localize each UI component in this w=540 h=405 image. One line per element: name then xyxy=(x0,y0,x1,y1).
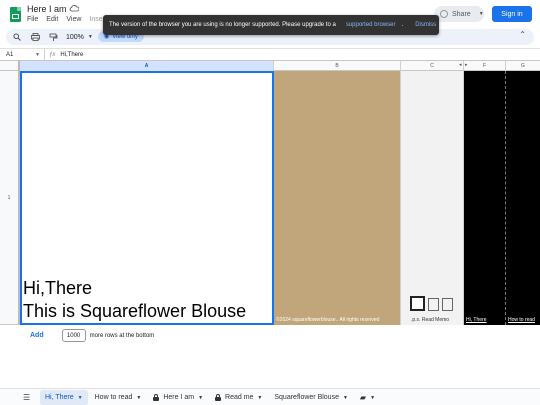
function-icon: ƒx xyxy=(49,51,56,58)
search-icon[interactable] xyxy=(10,31,24,43)
chevron-down-icon: ▼ xyxy=(342,394,348,401)
sheet-tab-read-me[interactable]: Read me ▼ xyxy=(210,390,267,405)
sheet-tabs-bar: ☰ Hi, There ▼ How to read ▼ Here I am ▼ … xyxy=(0,388,540,405)
lock-icon xyxy=(153,394,160,401)
globe-icon xyxy=(440,10,448,18)
dismiss-button[interactable]: Dismiss xyxy=(415,22,436,28)
menu-file[interactable]: File xyxy=(27,16,38,23)
formula-input[interactable]: Hi,There xyxy=(60,52,83,58)
column-header-b[interactable]: B xyxy=(274,61,401,71)
cell-reference: A1 xyxy=(6,51,14,58)
supported-browser-link[interactable]: supported browser xyxy=(346,22,396,28)
sheet-tab-label: Squareflower Blouse xyxy=(274,394,339,401)
cell-f1[interactable]: Hi, There xyxy=(464,71,506,325)
row-header-1[interactable]: 1 xyxy=(0,71,20,325)
menu-view[interactable]: View xyxy=(66,16,81,23)
cell-b1-image[interactable]: ©2024 squareflowerblouse.. All rights re… xyxy=(274,71,401,325)
sheet-tabs: Hi, There ▼ How to read ▼ Here I am ▼ Re… xyxy=(40,390,380,405)
share-label: Share xyxy=(452,10,471,18)
notice-period: . xyxy=(401,22,404,28)
row-count-input[interactable]: 1000 xyxy=(61,329,86,342)
cell-a1[interactable]: Hi,There This is Squareflower Blouse xyxy=(20,71,274,325)
cell-c1-image[interactable]: .p.s. Read Memo xyxy=(401,71,464,325)
formula-bar: A1 ▼ ƒx Hi,There xyxy=(0,48,540,61)
sheets-logo-icon[interactable] xyxy=(10,7,21,22)
chevron-down-icon: ▼ xyxy=(198,394,204,401)
name-box[interactable]: A1 ▼ xyxy=(0,49,45,60)
sign-in-button[interactable]: Sign in xyxy=(492,6,532,22)
column-headers: A B C F G ◂ ▸ xyxy=(0,61,540,71)
cell-a1-line1: Hi,There xyxy=(23,278,93,298)
square-box-icon xyxy=(410,296,425,311)
sheet-tab-label: How to read xyxy=(94,394,133,401)
lock-icon xyxy=(215,394,222,401)
document-title[interactable]: Here I am xyxy=(27,4,67,14)
sheet-tab-label: Hi, There xyxy=(45,394,74,401)
sheet-tab-label: Here I am xyxy=(163,394,195,401)
cloud-status-icon[interactable] xyxy=(69,4,79,12)
hi-there-link[interactable]: Hi, There xyxy=(466,317,486,323)
square-boxes-graphic xyxy=(410,296,453,311)
add-rows-suffix: more rows at the bottom xyxy=(89,332,155,339)
column-header-g[interactable]: G xyxy=(506,61,540,71)
share-button[interactable]: Share ▼ xyxy=(434,6,484,22)
sheet-tab-comments[interactable]: ▰ ▼ xyxy=(355,390,380,405)
how-to-read-link[interactable]: How to read xyxy=(508,317,535,323)
print-icon[interactable] xyxy=(28,31,42,43)
select-all-corner[interactable] xyxy=(0,61,20,71)
chevron-down-icon: ▼ xyxy=(35,52,40,58)
comment-icon: ▰ xyxy=(359,393,367,402)
menu-edit[interactable]: Edit xyxy=(46,16,58,23)
sheet-tab-squareflower-blouse[interactable]: Squareflower Blouse ▼ xyxy=(269,390,353,405)
square-box-icon xyxy=(442,298,453,311)
column-header-f[interactable]: F xyxy=(464,61,506,71)
chevron-down-icon: ▼ xyxy=(478,11,484,17)
unsupported-browser-notice: The version of the browser you are using… xyxy=(103,15,439,35)
menu-bar: File Edit View Insert xyxy=(27,16,107,23)
all-sheets-menu-icon[interactable]: ☰ xyxy=(23,393,30,402)
add-rows-bar: Add 1000 more rows at the bottom xyxy=(30,329,154,342)
cell-g1[interactable]: How to read xyxy=(506,71,540,325)
zoom-chevron-down-icon[interactable]: ▼ xyxy=(88,34,93,40)
sheet-tab-hi-there[interactable]: Hi, There ▼ xyxy=(40,390,88,405)
chevron-down-icon: ▼ xyxy=(370,394,376,401)
chevron-down-icon: ▼ xyxy=(136,394,142,401)
copyright-text: ©2024 squareflowerblouse.. All rights re… xyxy=(276,317,380,323)
column-header-c[interactable]: C xyxy=(401,61,464,71)
sheet-tab-how-to-read[interactable]: How to read ▼ xyxy=(90,390,147,405)
hidden-columns-left-arrow-icon[interactable]: ◂ xyxy=(459,62,462,68)
chevron-down-icon: ▼ xyxy=(77,394,83,401)
paint-format-icon[interactable] xyxy=(46,31,60,43)
zoom-select[interactable]: 100% xyxy=(66,34,84,41)
cell-a1-line2: This is Squareflower Blouse xyxy=(23,301,247,321)
add-rows-button[interactable]: Add xyxy=(30,332,44,339)
square-box-icon xyxy=(428,298,439,311)
sheet-tab-here-i-am[interactable]: Here I am ▼ xyxy=(148,390,208,405)
chevron-up-icon[interactable]: ⌃ xyxy=(519,30,526,39)
sheet-tab-label: Read me xyxy=(225,394,254,401)
column-header-a[interactable]: A xyxy=(20,61,274,71)
memo-text: .p.s. Read Memo xyxy=(411,317,450,323)
chevron-down-icon: ▼ xyxy=(257,394,263,401)
hidden-columns-right-arrow-icon[interactable]: ▸ xyxy=(465,62,468,68)
notice-message: The version of the browser you are using… xyxy=(109,22,336,28)
